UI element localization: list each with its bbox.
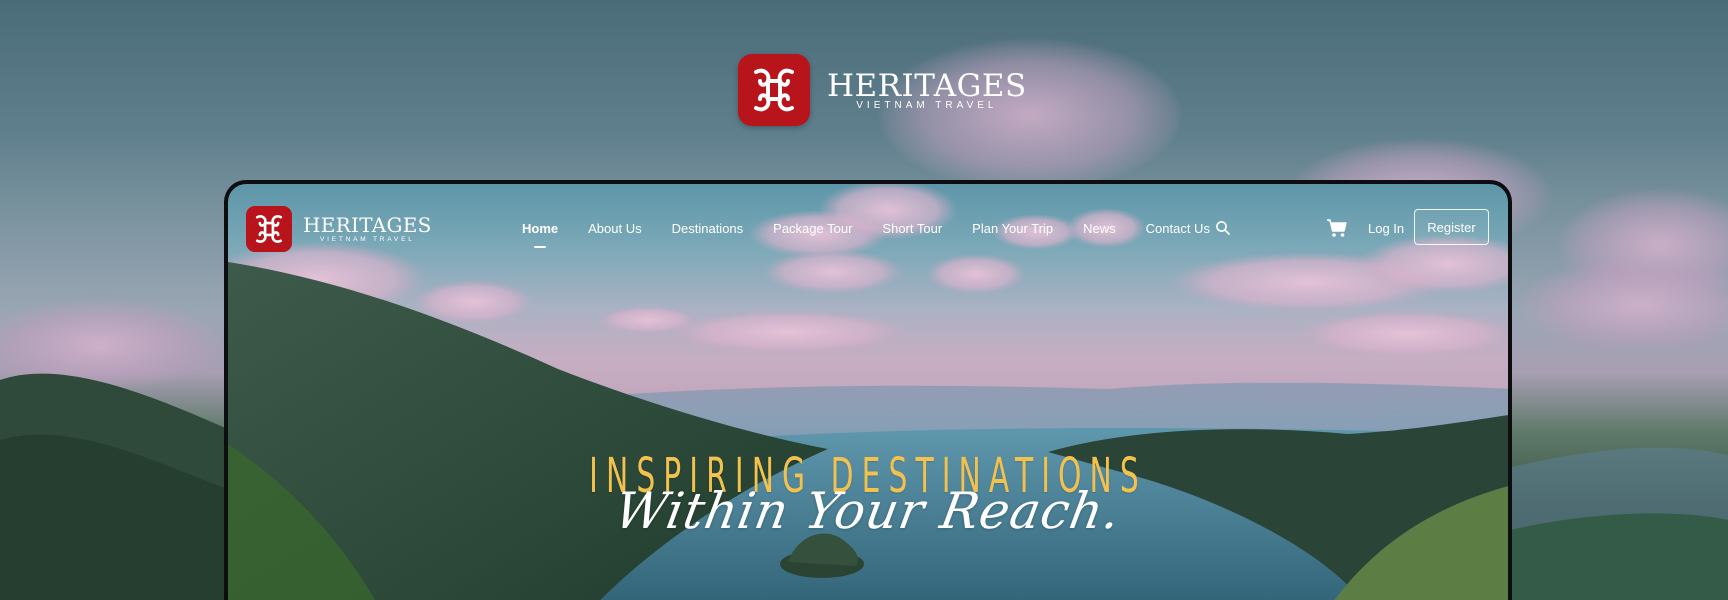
brand-tagline: VIETNAM TRAVEL: [856, 99, 998, 111]
header-logo[interactable]: HERITAGES VIETNAM TRAVEL: [738, 54, 1027, 126]
nav-link-home[interactable]: Home: [522, 221, 558, 248]
nav-link-package-tour[interactable]: Package Tour: [773, 221, 852, 236]
heritages-logo-icon: [738, 54, 810, 126]
nav-link-plan-your-trip[interactable]: Plan Your Trip: [972, 221, 1053, 236]
website-preview-frame: HERITAGES VIETNAM TRAVEL Home About Us D…: [224, 180, 1512, 600]
nav-link-about-us[interactable]: About Us: [588, 221, 641, 236]
hero-subtitle: Within Your Reach.: [610, 482, 1126, 540]
navbar-brand-name: HERITAGES: [303, 213, 432, 237]
navbar: HERITAGES VIETNAM TRAVEL Home About Us D…: [228, 184, 1508, 274]
heritages-logo-icon: [246, 206, 292, 252]
navbar-wordmark: HERITAGES VIETNAM TRAVEL: [303, 213, 432, 244]
register-button[interactable]: Register: [1414, 209, 1489, 245]
brand-wordmark: HERITAGES VIETNAM TRAVEL: [827, 70, 1027, 111]
nav-link-news[interactable]: News: [1083, 221, 1116, 236]
navbar-brand-tagline: VIETNAM TRAVEL: [320, 236, 415, 243]
navbar-logo[interactable]: HERITAGES VIETNAM TRAVEL: [246, 206, 432, 252]
nav-links: Home About Us Destinations Package Tour …: [522, 221, 1240, 248]
nav-link-contact-us[interactable]: Contact Us: [1146, 221, 1210, 236]
nav-link-destinations[interactable]: Destinations: [672, 221, 744, 236]
brand-name: HERITAGES: [827, 67, 1027, 104]
login-link[interactable]: Log In: [1368, 221, 1404, 236]
nav-link-short-tour[interactable]: Short Tour: [882, 221, 942, 236]
cart-icon[interactable]: [1326, 217, 1348, 239]
search-icon[interactable]: [1215, 220, 1231, 236]
